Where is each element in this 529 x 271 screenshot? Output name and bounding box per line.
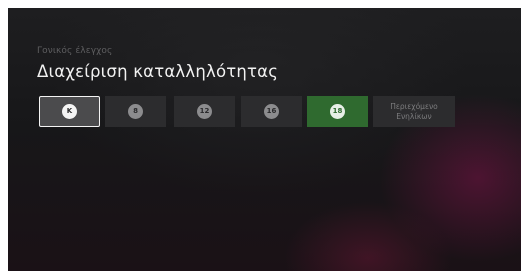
- page-title: Διαχείριση καταλληλότητας: [37, 62, 279, 81]
- rating-option-16[interactable]: 16: [241, 96, 302, 127]
- rating-badge-k: K: [62, 104, 77, 119]
- adult-content-label-line2: Ενηλίκων: [396, 111, 432, 121]
- rating-badge-18: 18: [330, 104, 345, 119]
- rating-badge-8: 8: [128, 104, 143, 119]
- breadcrumb: Γονικός έλεγχος: [37, 46, 113, 56]
- rating-option-18[interactable]: 18: [307, 96, 368, 127]
- rating-option-k[interactable]: K: [39, 96, 100, 127]
- adult-content-label: Περιεχόμενο Ενηλίκων: [390, 102, 438, 122]
- adult-content-label-line1: Περιεχόμενο: [390, 101, 438, 111]
- tv-screen: Γονικός έλεγχος Διαχείριση καταλληλότητα…: [8, 8, 521, 271]
- rating-badge-16: 16: [264, 104, 279, 119]
- rating-option-adult-content[interactable]: Περιεχόμενο Ενηλίκων: [373, 96, 455, 127]
- rating-option-8[interactable]: 8: [105, 96, 166, 127]
- rating-option-12[interactable]: 12: [174, 96, 235, 127]
- rating-badge-12: 12: [197, 104, 212, 119]
